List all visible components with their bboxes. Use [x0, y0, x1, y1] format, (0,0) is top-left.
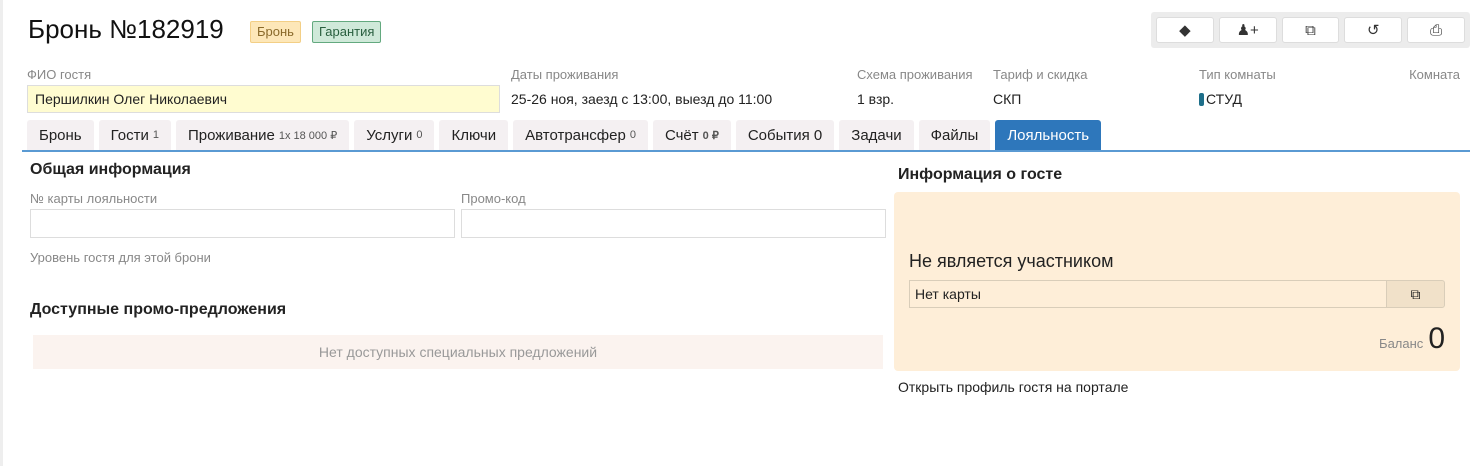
tags-button[interactable]: ◆	[1156, 17, 1214, 43]
tab-transfer[interactable]: Автотрансфер 0	[513, 120, 648, 150]
add-guest-button[interactable]: ♟+	[1218, 17, 1277, 43]
tab-files[interactable]: Файлы	[918, 120, 991, 150]
room-type-color-marker	[1199, 92, 1204, 106]
tab-keys[interactable]: Ключи	[439, 120, 509, 150]
room-type-text: СТУД	[1206, 91, 1242, 107]
dates-label: Даты проживания	[511, 67, 619, 82]
tab-booking[interactable]: Бронь	[27, 120, 94, 150]
scheme-value[interactable]: 1 взр.	[857, 91, 894, 107]
tab-guests[interactable]: Гости 1	[98, 120, 171, 150]
status-badge-booking: Бронь	[250, 21, 301, 43]
room-type-label: Тип комнаты	[1199, 67, 1276, 82]
promo-code-input[interactable]	[461, 209, 886, 238]
tab-stay[interactable]: Проживание 1x 18 000 ₽	[175, 120, 350, 150]
tab-events[interactable]: События 0	[735, 120, 835, 150]
balance-label: Баланс	[1379, 336, 1424, 351]
open-portal-profile-link[interactable]: Открыть профиль гостя на портале	[898, 379, 1128, 395]
add-user-icon: ♟+	[1236, 22, 1259, 39]
history-button[interactable]: ↺	[1344, 17, 1403, 43]
guest-name-field[interactable]: Першилкин Олег Николаевич	[27, 85, 500, 113]
guest-name-label: ФИО гостя	[27, 67, 92, 82]
scheme-label: Схема проживания	[857, 67, 973, 82]
print-button[interactable]: ⎙	[1407, 17, 1465, 43]
copy-icon: ⧉	[1410, 285, 1421, 302]
tags-icon: ◆	[1179, 22, 1191, 39]
tab-services[interactable]: Услуги 0	[354, 120, 435, 150]
tab-loyalty[interactable]: Лояльность	[995, 120, 1102, 150]
promo-code-label: Промо-код	[461, 191, 526, 206]
copy-icon: ⧉	[1305, 21, 1316, 39]
guest-level-label: Уровень гостя для этой брони	[30, 250, 211, 265]
room-type-value[interactable]: СТУД	[1199, 91, 1242, 107]
rate-label: Тариф и скидка	[993, 67, 1088, 82]
no-offers-message: Нет доступных специальных предложений	[33, 335, 883, 369]
general-info-heading: Общая информация	[30, 161, 191, 178]
rate-value[interactable]: СКП	[993, 91, 1021, 107]
status-badge-guarantee: Гарантия	[312, 21, 382, 43]
balance: Баланс 0	[1379, 322, 1445, 356]
print-icon: ⎙	[1430, 21, 1443, 39]
copy-button[interactable]: ⧉	[1281, 17, 1340, 43]
dates-value[interactable]: 25-26 ноя, заезд с 13:00, выезд до 11:00	[511, 91, 772, 107]
membership-status: Не является участником	[909, 251, 1114, 271]
room-label: Комната	[1409, 67, 1460, 82]
left-edge	[0, 0, 3, 466]
balance-value: 0	[1428, 322, 1445, 355]
card-number-input[interactable]	[30, 209, 455, 238]
tab-tasks[interactable]: Задачи	[839, 120, 914, 150]
page-title: Бронь №182919	[28, 14, 224, 44]
tab-bar: Бронь Гости 1 Проживание 1x 18 000 ₽ Услуг…	[27, 120, 1102, 150]
guest-info-heading: Информация о госте	[898, 166, 1063, 183]
tab-invoice[interactable]: Счёт 0 ₽	[652, 120, 731, 150]
copy-card-button[interactable]: ⧉	[1386, 280, 1445, 308]
undo-icon: ↺	[1367, 22, 1380, 39]
promo-offers-heading: Доступные промо-предложения	[30, 301, 287, 318]
toolbar: ◆ ♟+ ⧉ ↺ ⎙	[1151, 12, 1470, 48]
tab-underline	[22, 150, 1470, 152]
loyalty-card-field[interactable]: Нет карты	[909, 280, 1387, 308]
card-number-label: № карты лояльности	[30, 191, 158, 206]
